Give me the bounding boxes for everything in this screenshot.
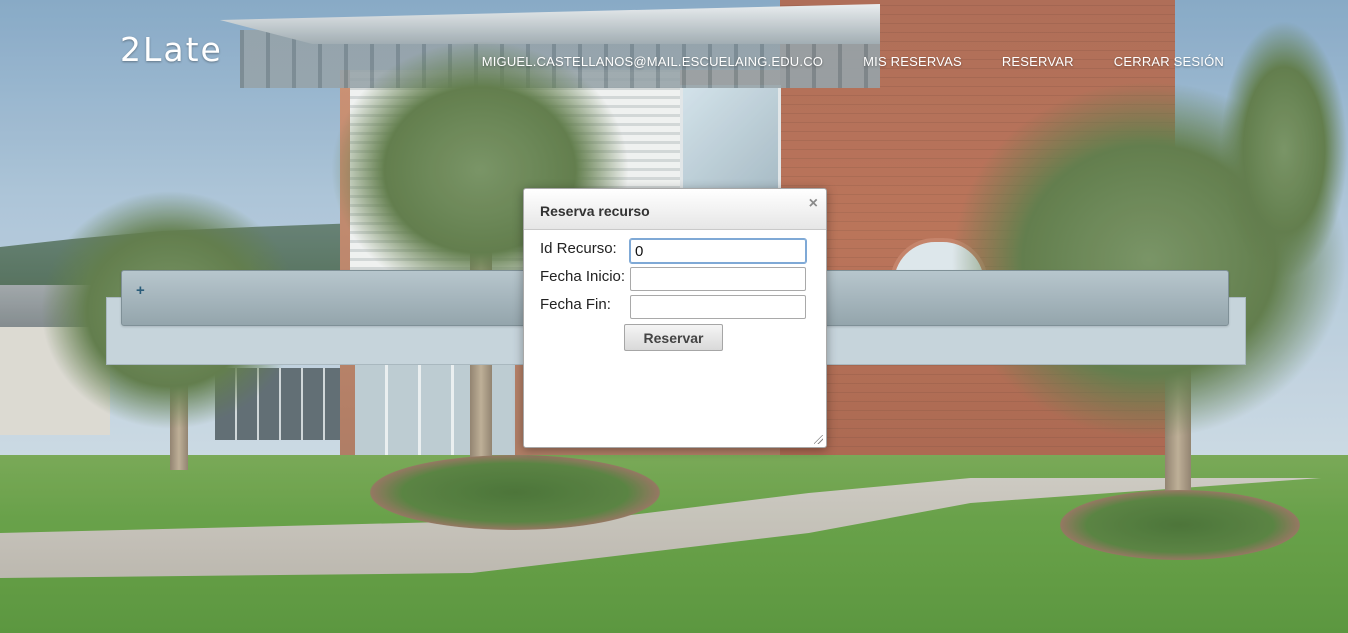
user-email-link[interactable]: MIGUEL.CASTELLANOS@MAIL.ESCUELAING.EDU.C… [482,54,823,69]
field-row-id-recurso: Id Recurso: [540,240,617,257]
nav-item-user-email: MIGUEL.CASTELLANOS@MAIL.ESCUELAING.EDU.C… [482,53,823,71]
nav-item-reservar: RESERVAR [1002,53,1074,71]
reservar-button[interactable]: Reservar [624,324,723,351]
fecha-fin-input[interactable] [630,295,806,319]
id-recurso-input[interactable] [629,238,807,264]
nav-item-mis-reservas: MIS RESERVAS [863,53,962,71]
reserva-dialog: Reserva recurso × Id Recurso: Fecha Inic… [523,188,827,448]
nav-item-cerrar-sesion: CERRAR SESIÓN [1114,53,1224,71]
field-row-fecha-inicio: Fecha Inicio: [540,268,625,285]
app-logo[interactable]: 2Late [120,30,223,69]
fecha-fin-label: Fecha Fin: [540,296,611,313]
resize-grip-icon[interactable] [814,435,823,444]
close-icon[interactable]: × [809,195,818,213]
fecha-inicio-input[interactable] [630,267,806,291]
dialog-titlebar[interactable]: Reserva recurso × [524,189,826,230]
reservar-link[interactable]: RESERVAR [1002,54,1074,69]
dialog-title: Reserva recurso [540,203,650,219]
field-row-fecha-fin: Fecha Fin: [540,296,611,313]
fecha-inicio-label: Fecha Inicio: [540,268,626,285]
logout-link[interactable]: CERRAR SESIÓN [1114,54,1224,69]
top-nav: MIGUEL.CASTELLANOS@MAIL.ESCUELAING.EDU.C… [482,53,1224,71]
id-recurso-label: Id Recurso: [540,240,617,257]
mis-reservas-link[interactable]: MIS RESERVAS [863,54,962,69]
plus-icon[interactable]: + [136,282,145,299]
